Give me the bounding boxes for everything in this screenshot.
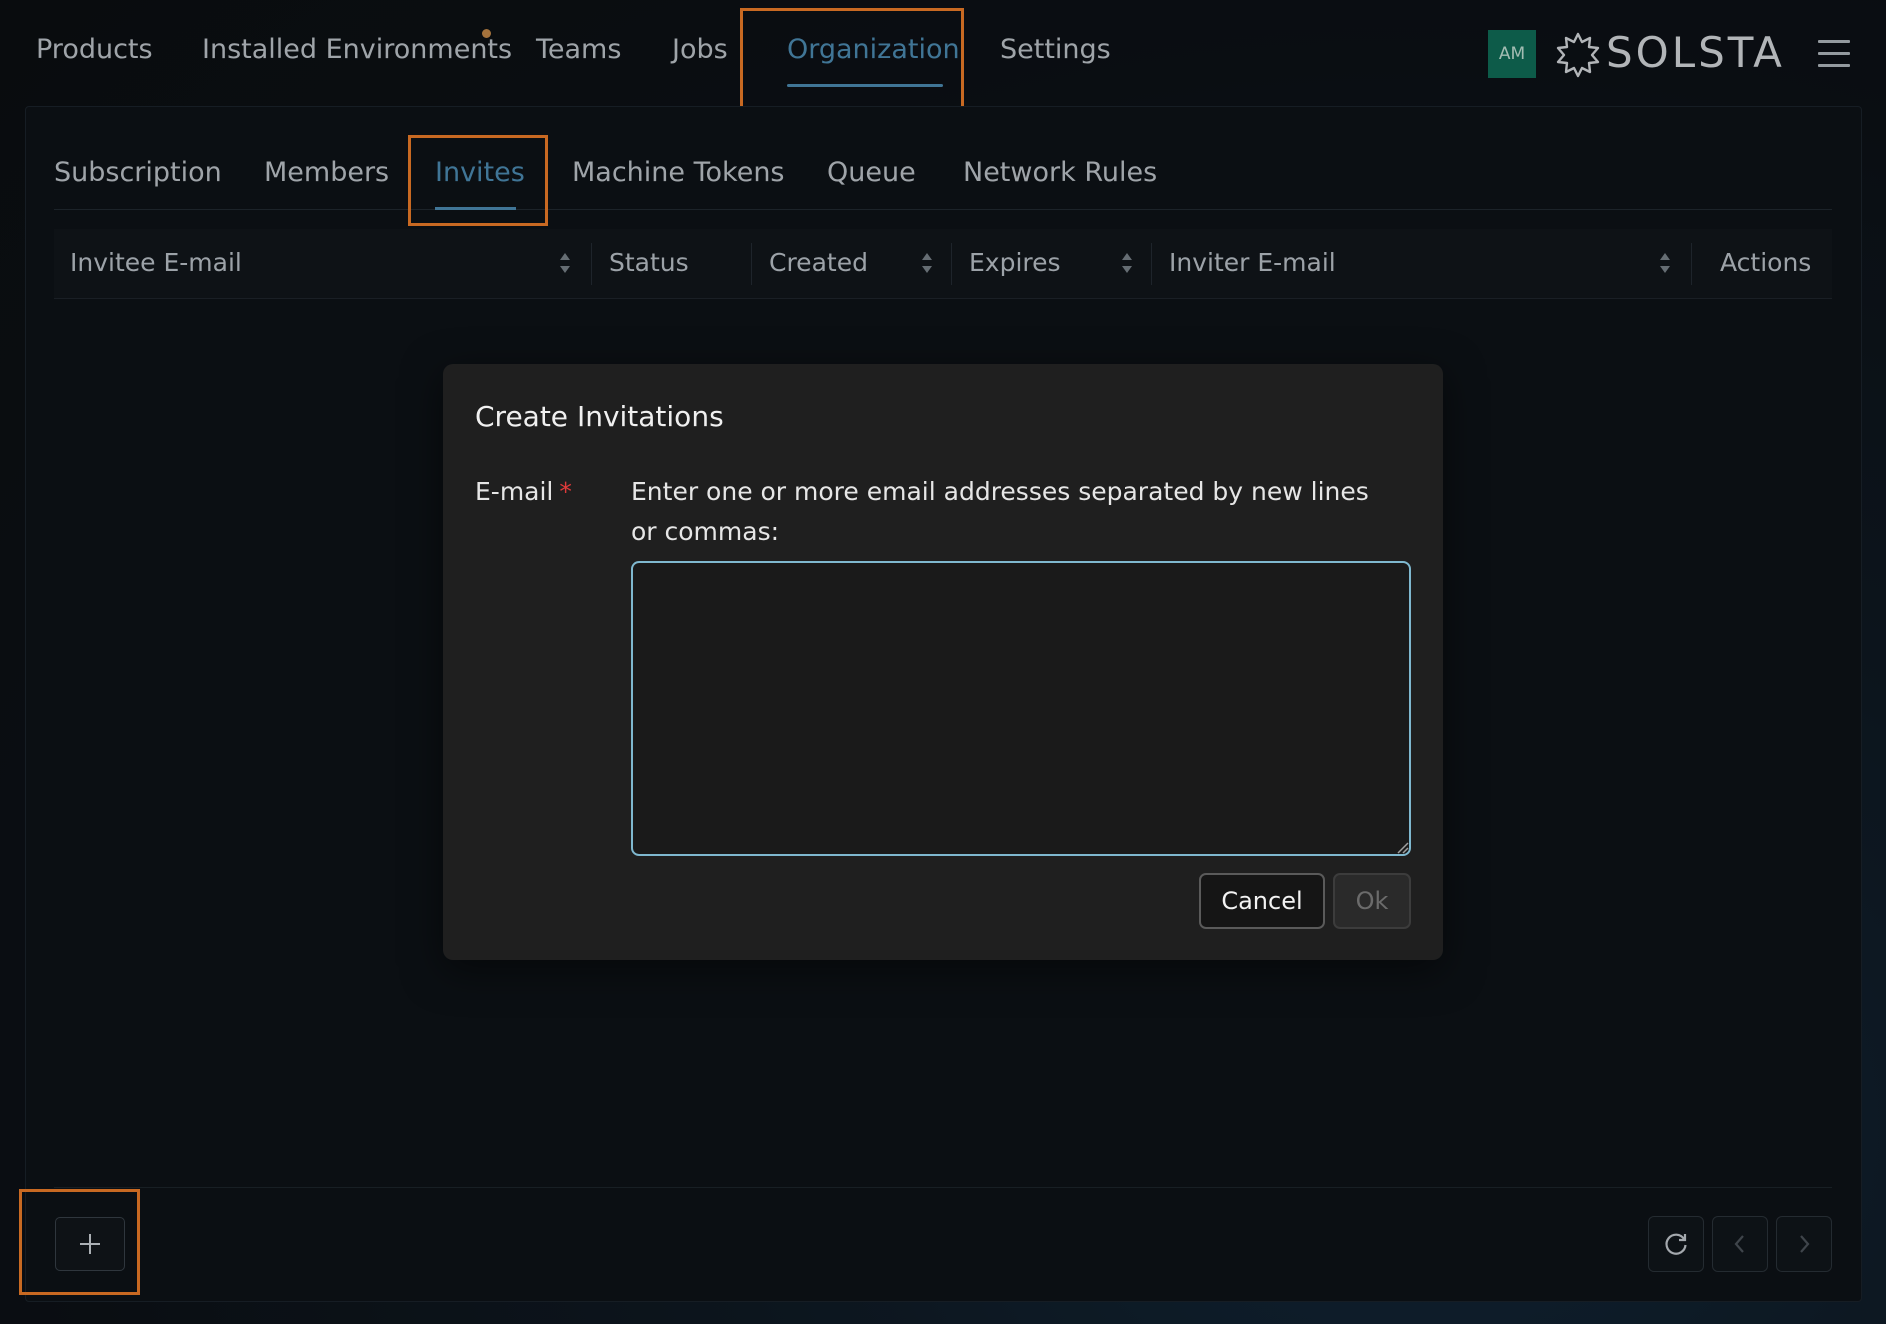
email-help-text: Enter one or more email addresses separa… <box>631 477 1369 546</box>
email-textarea[interactable] <box>631 561 1411 856</box>
cancel-button[interactable]: Cancel <box>1199 873 1325 929</box>
email-label: E-mail * <box>475 477 572 506</box>
required-marker: * <box>559 477 572 506</box>
ok-button[interactable]: Ok <box>1333 873 1411 929</box>
email-label-text: E-mail <box>475 477 554 506</box>
dialog-title: Create Invitations <box>475 400 724 433</box>
create-invitations-dialog: Create Invitations E-mail * Enter one or … <box>443 364 1443 960</box>
resize-handle-icon[interactable] <box>1395 840 1409 854</box>
